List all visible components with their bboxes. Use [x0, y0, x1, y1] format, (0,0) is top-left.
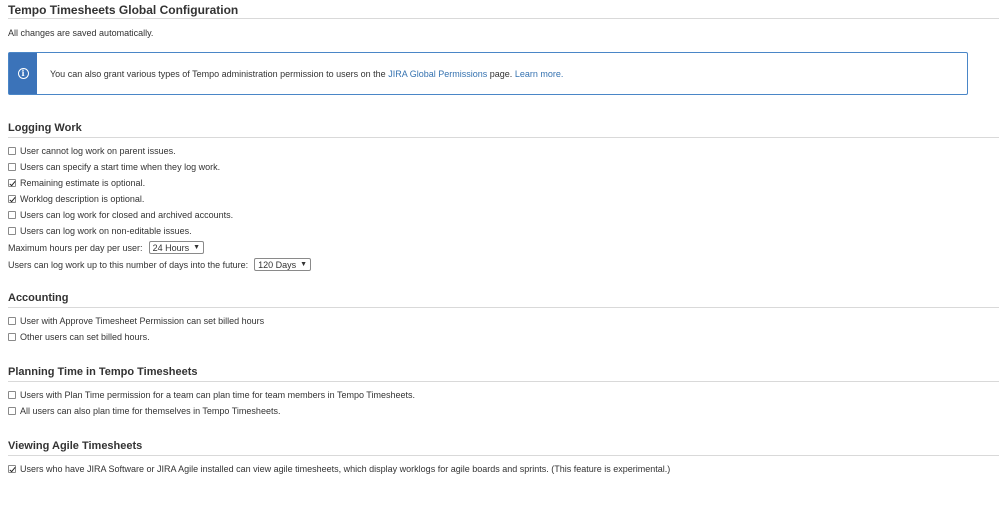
- info-icon: i: [17, 68, 29, 79]
- checkbox[interactable]: [8, 227, 16, 235]
- section-title-planning: Planning Time in Tempo Timesheets: [8, 365, 999, 382]
- checkbox[interactable]: [8, 163, 16, 171]
- option-closed-accounts[interactable]: Users can log work for closed and archiv…: [8, 207, 999, 223]
- option-remaining-estimate-optional[interactable]: Remaining estimate is optional.: [8, 175, 999, 191]
- option-non-editable-issues[interactable]: Users can log work on non-editable issue…: [8, 223, 999, 239]
- info-message: i You can also grant various types of Te…: [8, 52, 968, 95]
- option-worklog-description-optional[interactable]: Worklog description is optional.: [8, 191, 999, 207]
- section-agile: Viewing Agile Timesheets Users who have …: [8, 439, 999, 477]
- max-hours-select[interactable]: 24 Hours ▼: [148, 241, 205, 254]
- checkbox[interactable]: [8, 195, 16, 203]
- learn-more-link[interactable]: Learn more.: [515, 69, 564, 79]
- option-label: Users can log work for closed and archiv…: [20, 210, 234, 220]
- checkbox[interactable]: [8, 179, 16, 187]
- option-label: Worklog description is optional.: [20, 194, 145, 204]
- autosave-note: All changes are saved automatically.: [8, 28, 154, 38]
- global-config-page: Tempo Timesheets Global Configuration Al…: [0, 0, 999, 39]
- section-title-accounting: Accounting: [8, 291, 999, 308]
- section-accounting: Accounting User with Approve Timesheet P…: [8, 291, 999, 345]
- future-days-select[interactable]: 120 Days ▼: [254, 258, 312, 271]
- caret-down-icon: ▼: [300, 261, 308, 268]
- option-label: User cannot log work on parent issues.: [20, 146, 176, 156]
- caret-down-icon: ▼: [193, 244, 201, 251]
- checkbox[interactable]: [8, 317, 16, 325]
- max-hours-label: Maximum hours per day per user:: [8, 242, 143, 253]
- page-title: Tempo Timesheets Global Configuration: [8, 3, 239, 17]
- future-days-value: 120 Days: [258, 259, 297, 270]
- option-label: Users with Plan Time permission for a te…: [20, 390, 415, 400]
- option-no-parent-logging[interactable]: User cannot log work on parent issues.: [8, 143, 999, 159]
- option-label: Users can log work on non-editable issue…: [20, 226, 192, 236]
- checkbox[interactable]: [8, 147, 16, 155]
- option-label: All users can also plan time for themsel…: [20, 406, 281, 416]
- info-strip: i: [9, 53, 37, 94]
- option-team-plan-time[interactable]: Users with Plan Time permission for a te…: [8, 387, 999, 403]
- section-planning: Planning Time in Tempo Timesheets Users …: [8, 365, 999, 419]
- option-approve-billed-hours[interactable]: User with Approve Timesheet Permission c…: [8, 313, 999, 329]
- checkbox[interactable]: [8, 333, 16, 341]
- option-label: Other users can set billed hours.: [20, 332, 150, 342]
- future-days-label: Users can log work up to this number of …: [8, 259, 249, 270]
- max-hours-row: Maximum hours per day per user: 24 Hours…: [8, 239, 999, 256]
- checkbox[interactable]: [8, 465, 16, 473]
- option-self-plan-time[interactable]: All users can also plan time for themsel…: [8, 403, 999, 419]
- checkbox[interactable]: [8, 407, 16, 415]
- option-label: Users who have JIRA Software or JIRA Agi…: [20, 464, 671, 474]
- option-start-time[interactable]: Users can specify a start time when they…: [8, 159, 999, 175]
- info-text-after: page.: [489, 68, 513, 79]
- checkbox[interactable]: [8, 211, 16, 219]
- option-other-billed-hours[interactable]: Other users can set billed hours.: [8, 329, 999, 345]
- checkbox[interactable]: [8, 391, 16, 399]
- section-title-agile: Viewing Agile Timesheets: [8, 439, 999, 456]
- jira-global-permissions-link[interactable]: JIRA Global Permissions: [388, 69, 487, 79]
- section-logging-work: Logging Work User cannot log work on par…: [8, 121, 999, 273]
- option-label: Remaining estimate is optional.: [20, 178, 146, 188]
- option-agile-timesheets[interactable]: Users who have JIRA Software or JIRA Agi…: [8, 461, 999, 477]
- future-days-row: Users can log work up to this number of …: [8, 256, 999, 273]
- section-title-logging-work: Logging Work: [8, 121, 999, 138]
- option-label: User with Approve Timesheet Permission c…: [20, 316, 265, 326]
- title-divider: [8, 18, 999, 19]
- info-message-text: You can also grant various types of Temp…: [37, 53, 563, 94]
- option-label: Users can specify a start time when they…: [20, 162, 221, 172]
- max-hours-value: 24 Hours: [152, 242, 190, 253]
- info-text-before: You can also grant various types of Temp…: [50, 68, 386, 79]
